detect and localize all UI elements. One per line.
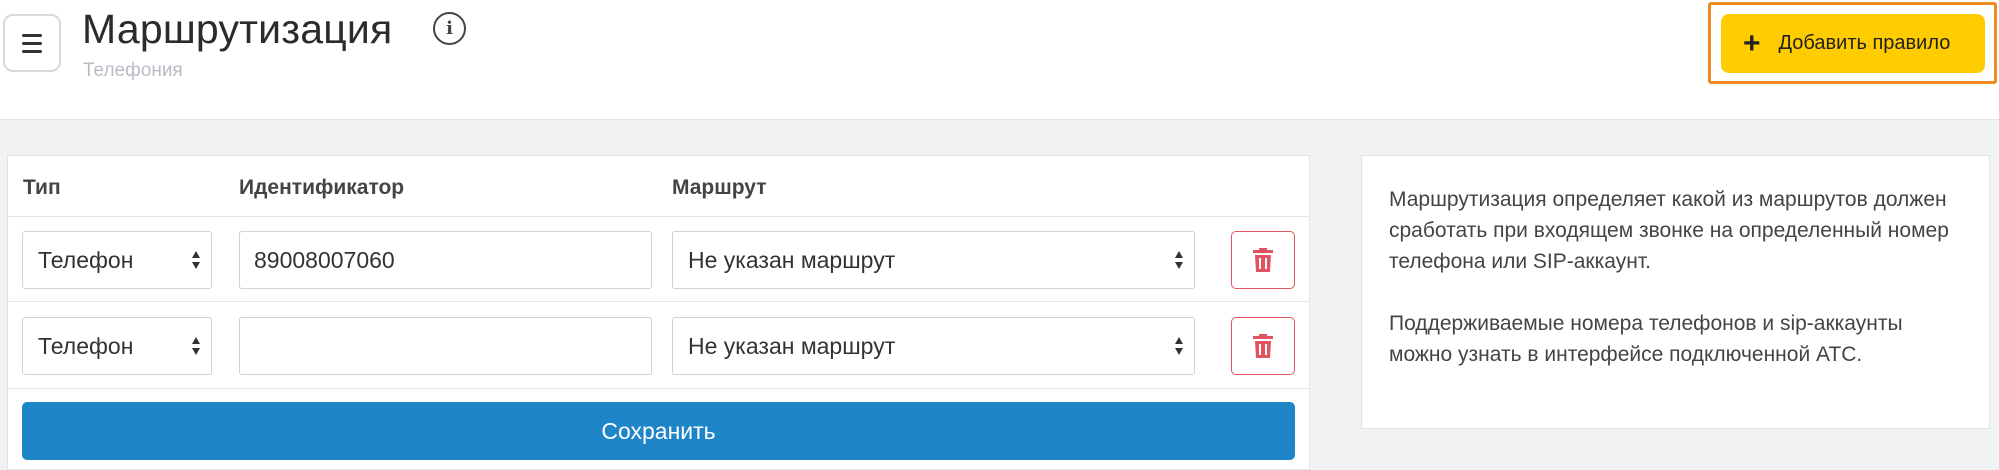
help-panel: Маршрутизация определяет какой из маршру…: [1361, 155, 1990, 429]
page-subtitle: Телефония: [83, 60, 183, 81]
trash-icon: [1253, 334, 1273, 358]
hamburger-menu-icon: [22, 49, 42, 53]
divider: [8, 216, 1309, 217]
select-arrows-icon: [192, 337, 200, 355]
page-title: Маршрутизация: [82, 6, 393, 52]
save-button[interactable]: Сохранить: [22, 402, 1295, 460]
type-select[interactable]: Телефон: [22, 231, 212, 289]
help-text: Поддерживаемые номера телефонов и sip-ак…: [1389, 312, 1903, 366]
select-arrows-icon: [192, 251, 200, 269]
page-header: Маршрутизация i Телефония + Добавить пра…: [0, 0, 1999, 120]
column-header-identifier: Идентификатор: [239, 176, 405, 199]
hamburger-menu-icon: [22, 33, 42, 37]
delete-rule-button[interactable]: [1231, 317, 1295, 375]
column-header-route: Маршрут: [672, 176, 767, 199]
identifier-input[interactable]: 89008007060: [239, 231, 652, 289]
delete-rule-button[interactable]: [1231, 231, 1295, 289]
add-rule-button[interactable]: + Добавить правило: [1721, 14, 1985, 73]
select-arrows-icon: [1175, 251, 1183, 269]
routing-table-card: Тип Идентификатор Маршрут Телефон 890080…: [7, 155, 1310, 470]
select-arrows-icon: [1175, 337, 1183, 355]
route-select-value: Не указан маршрут: [688, 332, 896, 359]
type-select-value: Телефон: [38, 332, 134, 359]
info-icon[interactable]: i: [433, 12, 466, 45]
identifier-input[interactable]: [239, 317, 652, 375]
column-header-type: Тип: [23, 176, 61, 199]
route-select-value: Не указан маршрут: [688, 246, 896, 273]
trash-icon: [1253, 248, 1273, 272]
route-select[interactable]: Не указан маршрут: [672, 231, 1195, 289]
hamburger-menu-icon: [22, 41, 42, 45]
type-select[interactable]: Телефон: [22, 317, 212, 375]
help-text: Маршрутизация определяет какой из маршру…: [1389, 188, 1949, 273]
plus-icon: +: [1743, 26, 1761, 60]
divider: [8, 388, 1309, 389]
menu-button[interactable]: [3, 14, 61, 72]
divider: [8, 301, 1309, 302]
type-select-value: Телефон: [38, 246, 134, 273]
route-select[interactable]: Не указан маршрут: [672, 317, 1195, 375]
add-rule-label: Добавить правило: [1778, 32, 1951, 54]
